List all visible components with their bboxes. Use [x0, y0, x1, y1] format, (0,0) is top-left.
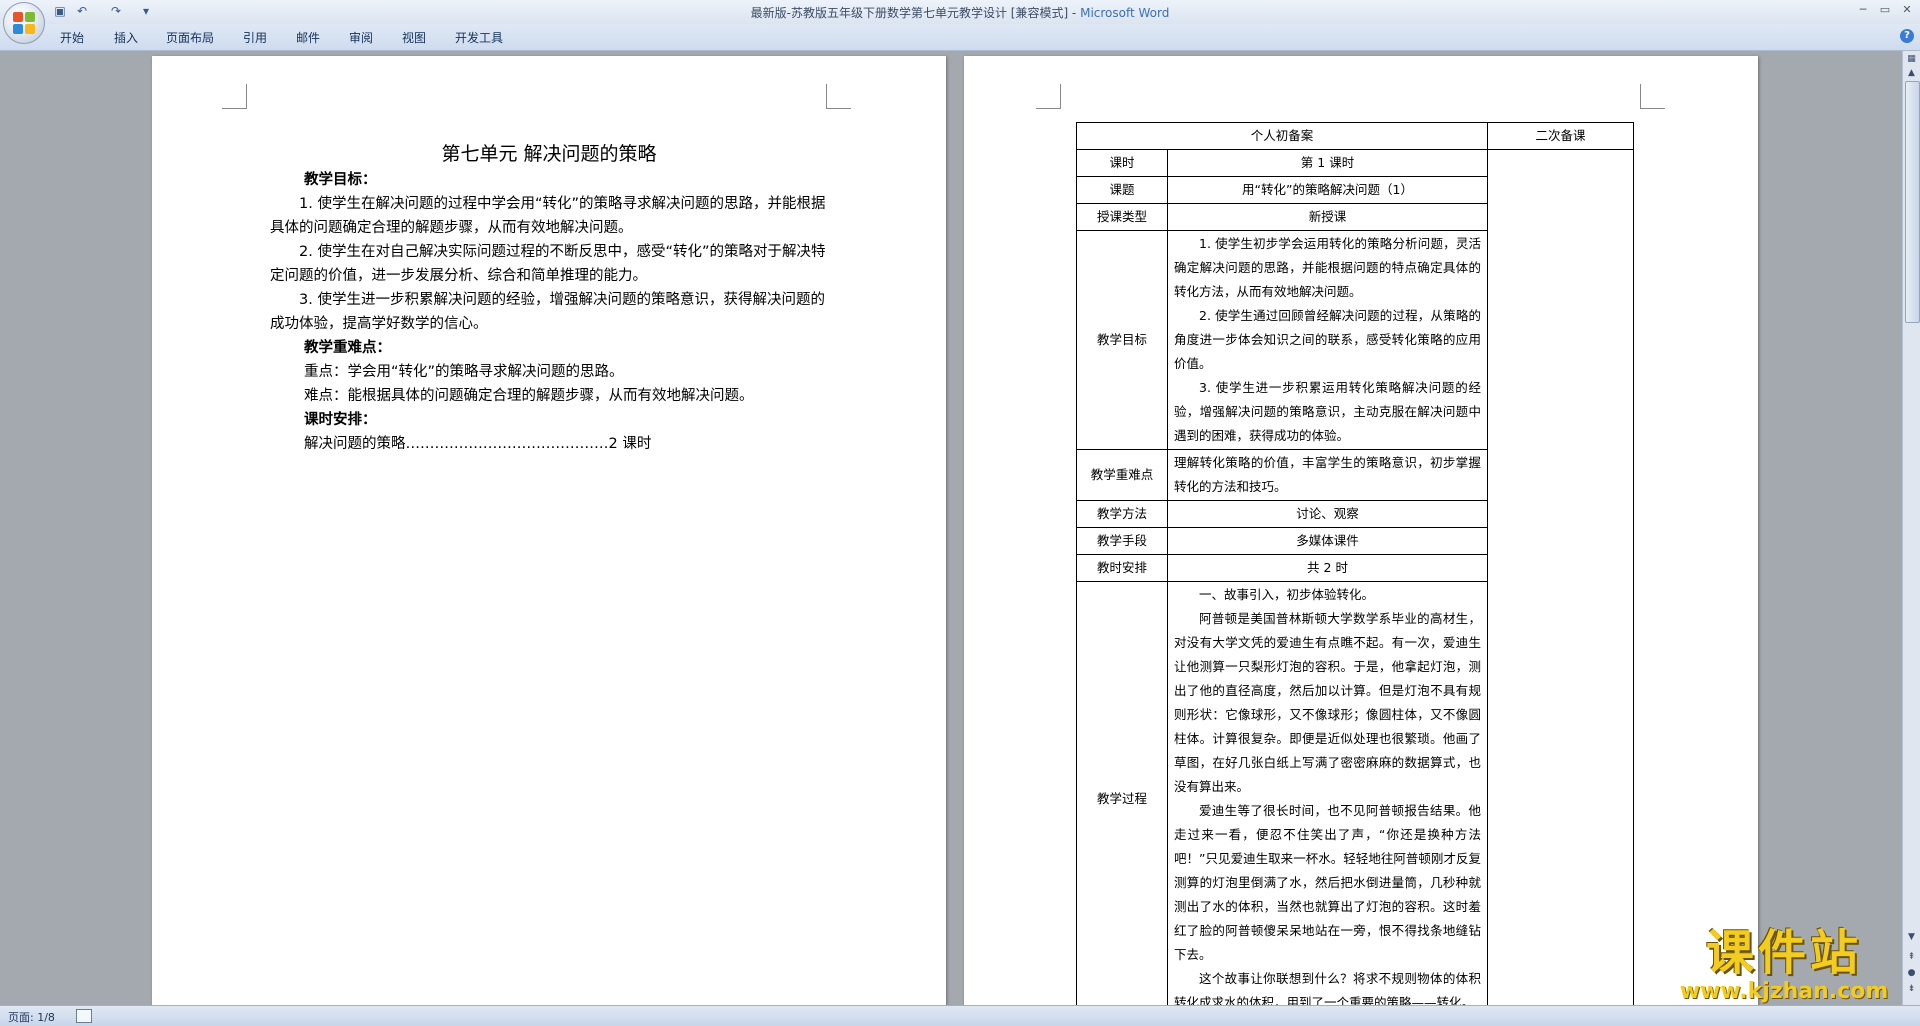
previous-page-icon[interactable]: ⇞: [1905, 951, 1918, 964]
document-title: 最新版-苏教版五年级下册数学第七单元教学设计 [兼容模式] -: [750, 6, 1081, 20]
next-page-icon[interactable]: ⇟: [1905, 983, 1918, 996]
tab-references[interactable]: 引用: [243, 29, 267, 46]
table-row: 个人初备案 二次备课: [1076, 122, 1634, 150]
key-heading: 教学重难点：: [304, 340, 391, 356]
goal-paragraph: 3. 使学生进一步积累解决问题的经验，增强解决问题的策略意识，获得解决问题的成功…: [270, 292, 825, 332]
schedule-heading: 课时安排：: [304, 412, 377, 428]
scroll-up-icon[interactable]: ▲: [1905, 67, 1918, 80]
title-bar: ▣ ↶ ↷ ▾ 最新版-苏教版五年级下册数学第七单元教学设计 [兼容模式] - …: [0, 0, 1920, 25]
table-cell[interactable]: 教学手段: [1076, 527, 1168, 555]
tab-home[interactable]: 开始: [60, 29, 84, 46]
tab-developer[interactable]: 开发工具: [455, 29, 503, 46]
tab-insert[interactable]: 插入: [114, 29, 138, 46]
tab-page-layout[interactable]: 页面布局: [166, 29, 214, 46]
crop-mark: [1640, 84, 1665, 109]
table-cell[interactable]: 1. 使学生初步学会运用转化的策略分析问题，灵活确定解决问题的思路，并能根据问题…: [1167, 230, 1488, 450]
page-2[interactable]: 个人初备案 二次备课 课时 第 1 课时 课题 用“转化”的策略解决问题（1） …: [964, 56, 1758, 1005]
watermark-url: www.kjzhan.com: [1679, 979, 1889, 1004]
lesson-plan-table: 个人初备案 二次备课 课时 第 1 课时 课题 用“转化”的策略解决问题（1） …: [1076, 122, 1634, 1005]
scroll-down-icon[interactable]: ▼: [1905, 931, 1918, 944]
table-cell[interactable]: 讨论、观察: [1167, 500, 1488, 528]
goal-paragraph: 3. 使学生进一步积累运用转化策略解决问题的经验，增强解决问题的策略意识，主动克…: [1174, 380, 1481, 443]
page-number-status[interactable]: 页面: 1/8: [8, 1009, 55, 1025]
goal-paragraph: 1. 使学生初步学会运用转化的策略分析问题，灵活确定解决问题的思路，并能根据问题…: [1174, 236, 1481, 299]
proofing-icon[interactable]: [76, 1009, 92, 1023]
table-cell[interactable]: 新授课: [1167, 203, 1488, 231]
table-cell[interactable]: 共 2 时: [1167, 554, 1488, 582]
table-cell[interactable]: 二次备课: [1487, 122, 1634, 150]
table-cell[interactable]: 第 1 课时: [1167, 149, 1488, 177]
office-button[interactable]: [3, 2, 45, 44]
restore-icon[interactable]: ▭: [1876, 3, 1894, 17]
process-paragraph: 爱迪生等了很长时间，也不见阿普顿报告结果。他走过来一看，便忍不住笑出了声，“你还…: [1174, 803, 1481, 962]
close-icon[interactable]: ✕: [1898, 3, 1916, 17]
window-title: 最新版-苏教版五年级下册数学第七单元教学设计 [兼容模式] - Microsof…: [0, 4, 1920, 21]
table-cell[interactable]: 个人初备案: [1076, 122, 1488, 150]
second-prep-cell[interactable]: [1487, 149, 1634, 1005]
vertical-scrollbar[interactable]: ▦ ▲ ▼ ⇞ ● ⇟: [1902, 51, 1920, 1005]
table-cell[interactable]: 教学过程: [1076, 581, 1168, 1005]
goal-paragraph: 2. 使学生通过回顾曾经解决问题的过程，从策略的角度进一步体会知识之间的联系，感…: [1174, 308, 1481, 371]
table-cell[interactable]: 授课类型: [1076, 203, 1168, 231]
crop-mark: [222, 84, 247, 109]
goals-heading: 教学目标：: [304, 172, 377, 188]
table-row: 课时 第 1 课时: [1076, 149, 1634, 1005]
key-point: 重点：学会用“转化”的策略寻求解决问题的思路。: [304, 364, 624, 380]
document-area: 第七单元 解决问题的策略 教学目标： 1. 使学生在解决问题的过程中学会用“转化…: [0, 51, 1902, 1005]
table-cell[interactable]: 一、故事引入，初步体验转化。 阿普顿是美国普林斯顿大学数学系毕业的高材生，对没有…: [1167, 581, 1488, 1005]
table-cell[interactable]: 理解转化策略的价值，丰富学生的策略意识，初步掌握转化的方法和技巧。: [1167, 449, 1488, 501]
watermark-title: 课件站: [1705, 925, 1862, 981]
table-cell[interactable]: 教学方法: [1076, 500, 1168, 528]
tab-mailings[interactable]: 邮件: [296, 29, 320, 46]
crop-mark: [826, 84, 851, 109]
ruler-toggle-icon[interactable]: ▦: [1905, 53, 1918, 66]
app-name: Microsoft Word: [1080, 6, 1170, 20]
difficult-point: 难点：能根据具体的问题确定合理的解题步骤，从而有效地解决问题。: [304, 388, 754, 404]
key-paragraph: 理解转化策略的价值，丰富学生的策略意识，初步掌握转化的方法和技巧。: [1174, 455, 1481, 494]
table-cell[interactable]: 多媒体课件: [1167, 527, 1488, 555]
status-bar: 页面: 1/8: [0, 1005, 1920, 1026]
select-browse-object-icon[interactable]: ●: [1905, 967, 1918, 980]
process-paragraph: 一、故事引入，初步体验转化。: [1199, 587, 1375, 602]
process-paragraph: 这个故事让你联想到什么？将求不规则物体的体积转化成求水的体积，用到了一个重要的策…: [1174, 971, 1481, 1005]
goal-paragraph: 1. 使学生在解决问题的过程中学会用“转化”的策略寻求解决问题的思路，并能根据具…: [270, 196, 826, 236]
tab-view[interactable]: 视图: [402, 29, 426, 46]
ribbon-tabs: 开始 插入 页面布局 引用 邮件 审阅 视图 开发工具 ?: [0, 24, 1920, 51]
scroll-thumb[interactable]: [1905, 81, 1920, 323]
table-cell[interactable]: 教学目标: [1076, 230, 1168, 450]
table-cell[interactable]: 课时: [1076, 149, 1168, 177]
help-icon[interactable]: ?: [1900, 29, 1914, 43]
minimize-icon[interactable]: ─: [1854, 3, 1872, 17]
process-paragraph: 阿普顿是美国普林斯顿大学数学系毕业的高材生，对没有大学文凭的爱迪生有点瞧不起。有…: [1174, 611, 1481, 794]
page-title: 第七单元 解决问题的策略: [441, 143, 657, 165]
table-cell[interactable]: 教学重难点: [1076, 449, 1168, 501]
schedule-item: 解决问题的策略……………………………………2 课时: [304, 436, 652, 452]
watermark-logo: 课件站 www.kjzhan.com: [1664, 926, 1904, 1004]
table-cell[interactable]: 课题: [1076, 176, 1168, 204]
table-cell[interactable]: 用“转化”的策略解决问题（1）: [1167, 176, 1488, 204]
goal-paragraph: 2. 使学生在对自己解决实际问题过程的不断反思中，感受“转化”的策略对于解决特定…: [270, 244, 826, 284]
table-cell[interactable]: 教时安排: [1076, 554, 1168, 582]
office-logo-icon: [13, 12, 35, 34]
crop-mark: [1036, 84, 1061, 109]
tab-review[interactable]: 审阅: [349, 29, 373, 46]
page-1[interactable]: 第七单元 解决问题的策略 教学目标： 1. 使学生在解决问题的过程中学会用“转化…: [152, 56, 946, 1005]
